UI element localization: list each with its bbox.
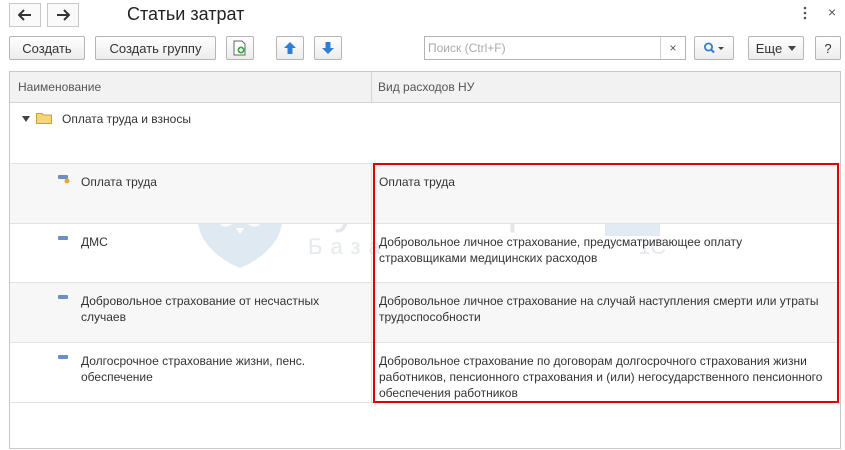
more-label: Еще [755,40,783,56]
item-icon [58,236,68,240]
column-name-header[interactable]: Наименование [18,80,101,94]
search-options-button[interactable] [694,36,734,60]
move-up-button[interactable] [276,36,304,60]
copy-button[interactable] [226,36,254,60]
back-button[interactable] [9,3,41,27]
column-divider [371,72,372,102]
chevron-down-icon [788,45,797,51]
magnifier-dropdown-icon [704,42,724,54]
item-with-marker-icon [58,175,70,184]
highlight-frame [373,163,839,403]
copy-document-icon [233,40,246,56]
arrow-right-icon [57,9,70,21]
page-title: Статьи затрат [127,4,245,24]
arrow-down-icon [322,42,334,54]
forward-button[interactable] [47,3,79,27]
column-divider [371,283,372,342]
move-down-button[interactable] [314,36,342,60]
table-header: Наименование Вид расходов НУ [10,72,840,103]
row-name: ДМС [81,235,108,249]
column-divider [371,224,372,282]
row-name: Добровольное страхование от несчастных с… [81,294,320,324]
expand-arrow-icon[interactable] [22,116,30,122]
create-group-button[interactable]: Создать группу [95,36,216,60]
create-button[interactable]: Создать [9,36,85,60]
help-button[interactable]: ? [815,36,841,60]
column-expense-type-header[interactable]: Вид расходов НУ [378,80,474,94]
close-icon[interactable]: × [828,4,836,20]
search-field[interactable]: × [424,36,686,60]
more-button[interactable]: Еще [748,36,804,60]
group-row[interactable]: Оплата труда и взносы [10,103,840,164]
search-input[interactable] [425,37,661,59]
column-divider [371,164,372,223]
search-clear-button[interactable]: × [660,37,685,59]
item-icon [58,295,68,299]
row-name: Долгосрочное страхование жизни, пенс. об… [81,354,306,384]
more-vertical-icon[interactable] [800,5,810,21]
arrow-up-icon [284,42,296,54]
column-divider [371,343,372,402]
row-name: Оплата труда [81,175,157,189]
folder-icon [36,113,52,124]
item-icon [58,355,68,359]
group-label: Оплата труда и взносы [62,112,191,126]
arrow-left-icon [18,9,31,21]
